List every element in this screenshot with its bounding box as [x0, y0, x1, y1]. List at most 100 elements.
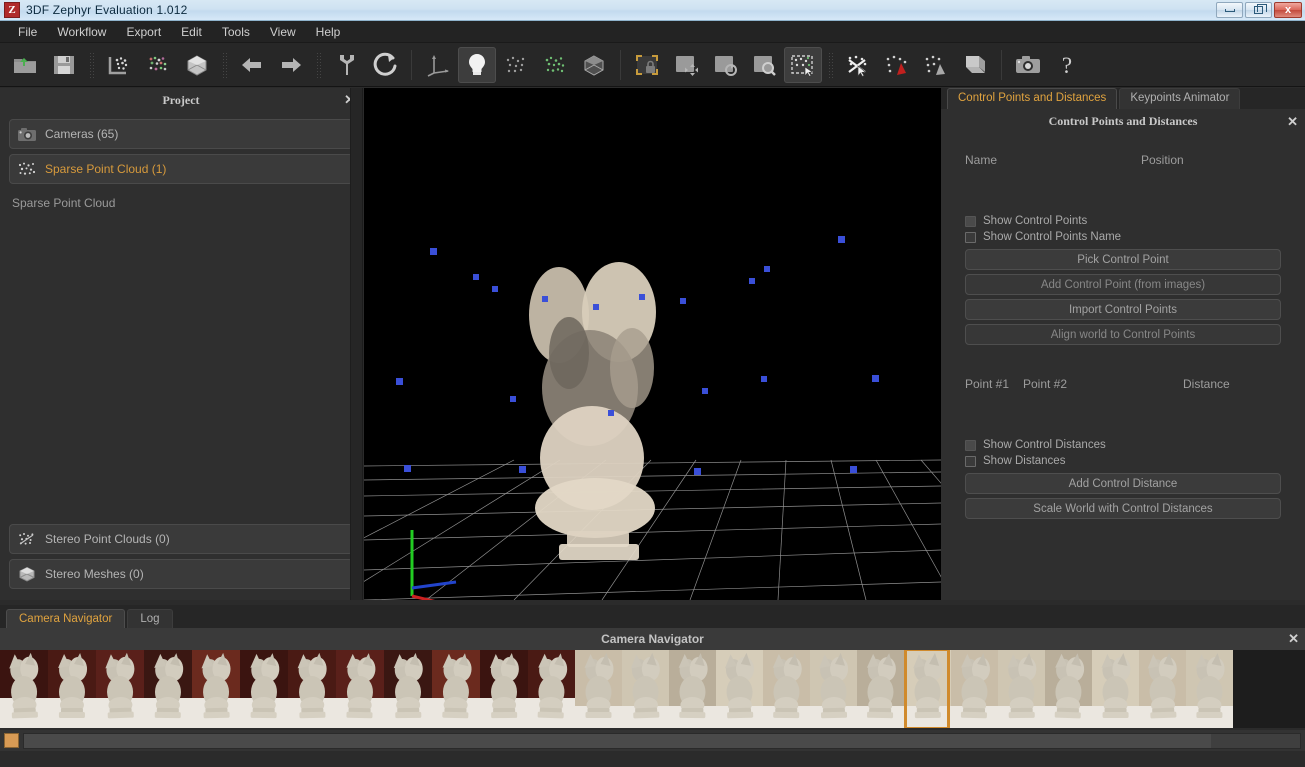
cube-mesh-icon[interactable] [575, 47, 613, 83]
rotate-selection-icon[interactable] [706, 47, 744, 83]
points-dense-icon[interactable] [536, 47, 574, 83]
checkbox-show-control-points[interactable]: Show Control Points [941, 213, 1305, 229]
filmstrip-scroll-track[interactable] [23, 733, 1301, 749]
camera-navigator-close-icon[interactable]: ✕ [1288, 631, 1299, 647]
camera-thumbnail[interactable] [669, 650, 716, 728]
open-project-icon[interactable] [6, 47, 44, 83]
camera-thumbnail[interactable] [0, 650, 48, 728]
light-bulb-icon[interactable] [458, 47, 496, 83]
tree-item-cameras[interactable]: Cameras (65) [9, 119, 353, 149]
dense-cloud-icon[interactable] [139, 47, 177, 83]
redo-icon[interactable] [272, 47, 310, 83]
camera-thumbnail[interactable] [480, 650, 528, 728]
camera-thumbnail[interactable] [716, 650, 763, 728]
lasso-select-icon[interactable] [839, 47, 877, 83]
checkbox-show-control-points-name[interactable]: Show Control Points Name [941, 229, 1305, 245]
delete-points-icon[interactable] [878, 47, 916, 83]
help-icon[interactable]: ? [1048, 47, 1086, 83]
toolbar-grip [220, 52, 229, 78]
refresh-icon[interactable] [366, 47, 404, 83]
filmstrip-scrollbar[interactable] [0, 730, 1305, 751]
window-controls: x [1216, 2, 1302, 18]
menu-item-edit[interactable]: Edit [171, 22, 212, 42]
control-points-table-body[interactable] [941, 167, 1305, 213]
camera-thumbnail[interactable] [192, 650, 240, 728]
move-selection-icon[interactable] [667, 47, 705, 83]
import-control-points-button[interactable]: Import Control Points [965, 299, 1281, 320]
scale-selection-icon[interactable] [745, 47, 783, 83]
bounding-box-icon[interactable] [956, 47, 994, 83]
tree-item-sparse-point-cloud-label: Sparse Point Cloud (1) [45, 162, 166, 176]
tab-control-points-and-distances[interactable]: Control Points and Distances [947, 88, 1117, 109]
3d-viewport[interactable] [364, 88, 941, 600]
tab-keypoints-animator[interactable]: Keypoints Animator [1119, 88, 1240, 109]
column-header-name: Name [965, 153, 1141, 167]
camera-thumbnail[interactable] [575, 650, 622, 728]
thumbnail-image [716, 650, 763, 728]
menu-item-help[interactable]: Help [306, 22, 351, 42]
pick-control-point-button[interactable]: Pick Control Point [965, 249, 1281, 270]
wrench-icon[interactable] [327, 47, 365, 83]
menu-item-export[interactable]: Export [116, 22, 171, 42]
camera-thumbnail[interactable] [1139, 650, 1186, 728]
camera-navigator-filmstrip[interactable] [0, 650, 1305, 728]
column-header-point2: Point #2 [1023, 377, 1183, 391]
menu-item-tools[interactable]: Tools [212, 22, 260, 42]
align-world-button[interactable]: Align world to Control Points [965, 324, 1281, 345]
add-control-point-button[interactable]: Add Control Point (from images) [965, 274, 1281, 295]
filter-points-icon[interactable] [917, 47, 955, 83]
control-points-panel-close-icon[interactable]: ✕ [1287, 115, 1298, 128]
project-panel-scrollbar[interactable] [350, 88, 362, 600]
filmstrip-scroll-thumb[interactable] [24, 734, 1211, 748]
menu-item-file[interactable]: File [8, 22, 47, 42]
scale-world-button[interactable]: Scale World with Control Distances [965, 498, 1281, 519]
close-button[interactable]: x [1274, 2, 1302, 18]
camera-thumbnail[interactable] [1045, 650, 1092, 728]
menu-item-workflow[interactable]: Workflow [47, 22, 116, 42]
sparse-cloud-icon[interactable] [100, 47, 138, 83]
checkbox-show-distances[interactable]: Show Distances [941, 453, 1305, 469]
camera-icon[interactable] [1009, 47, 1047, 83]
camera-thumbnail[interactable] [288, 650, 336, 728]
camera-thumbnail[interactable] [622, 650, 669, 728]
rectangle-select-icon[interactable] [784, 47, 822, 83]
right-panel-tabstrip: Control Points and DistancesKeypoints An… [941, 88, 1305, 109]
mesh-icon[interactable] [178, 47, 216, 83]
tree-item-stereo-point-clouds[interactable]: Stereo Point Clouds (0) [9, 524, 353, 554]
restore-button[interactable] [1245, 2, 1272, 18]
menu-item-view[interactable]: View [260, 22, 306, 42]
undo-icon[interactable] [233, 47, 271, 83]
minimize-button[interactable] [1216, 2, 1243, 18]
camera-thumbnail[interactable] [144, 650, 192, 728]
camera-thumbnail[interactable] [384, 650, 432, 728]
camera-thumbnail[interactable] [810, 650, 857, 728]
control-points-table-header: Name Position [941, 135, 1305, 167]
camera-thumbnail[interactable] [763, 650, 810, 728]
points-sparse-icon[interactable] [497, 47, 535, 83]
camera-thumbnail[interactable] [904, 650, 951, 728]
camera-thumbnail[interactable] [240, 650, 288, 728]
camera-thumbnail[interactable] [1186, 650, 1233, 728]
filmstrip-scroll-handle[interactable] [4, 733, 19, 748]
distances-table-body[interactable] [941, 391, 1305, 437]
save-project-icon[interactable] [45, 47, 83, 83]
camera-thumbnail[interactable] [857, 650, 904, 728]
distances-table-header: Point #1 Point #2 Distance [941, 349, 1305, 391]
camera-thumbnail[interactable] [48, 650, 96, 728]
lock-selection-icon[interactable] [628, 47, 666, 83]
tree-item-sparse-point-cloud[interactable]: Sparse Point Cloud (1) [9, 154, 353, 184]
distances-buttons: Add Control Distance Scale World with Co… [941, 473, 1305, 519]
camera-thumbnail[interactable] [528, 650, 575, 728]
camera-thumbnail[interactable] [96, 650, 144, 728]
camera-thumbnail[interactable] [1092, 650, 1139, 728]
tab-log[interactable]: Log [127, 609, 172, 628]
tab-camera-navigator[interactable]: Camera Navigator [6, 609, 125, 628]
add-control-distance-button[interactable]: Add Control Distance [965, 473, 1281, 494]
camera-thumbnail[interactable] [336, 650, 384, 728]
axes-icon[interactable] [419, 47, 457, 83]
tree-item-stereo-meshes[interactable]: Stereo Meshes (0) [9, 559, 353, 589]
camera-thumbnail[interactable] [951, 650, 998, 728]
checkbox-show-control-distances[interactable]: Show Control Distances [941, 437, 1305, 453]
camera-thumbnail[interactable] [998, 650, 1045, 728]
camera-thumbnail[interactable] [432, 650, 480, 728]
